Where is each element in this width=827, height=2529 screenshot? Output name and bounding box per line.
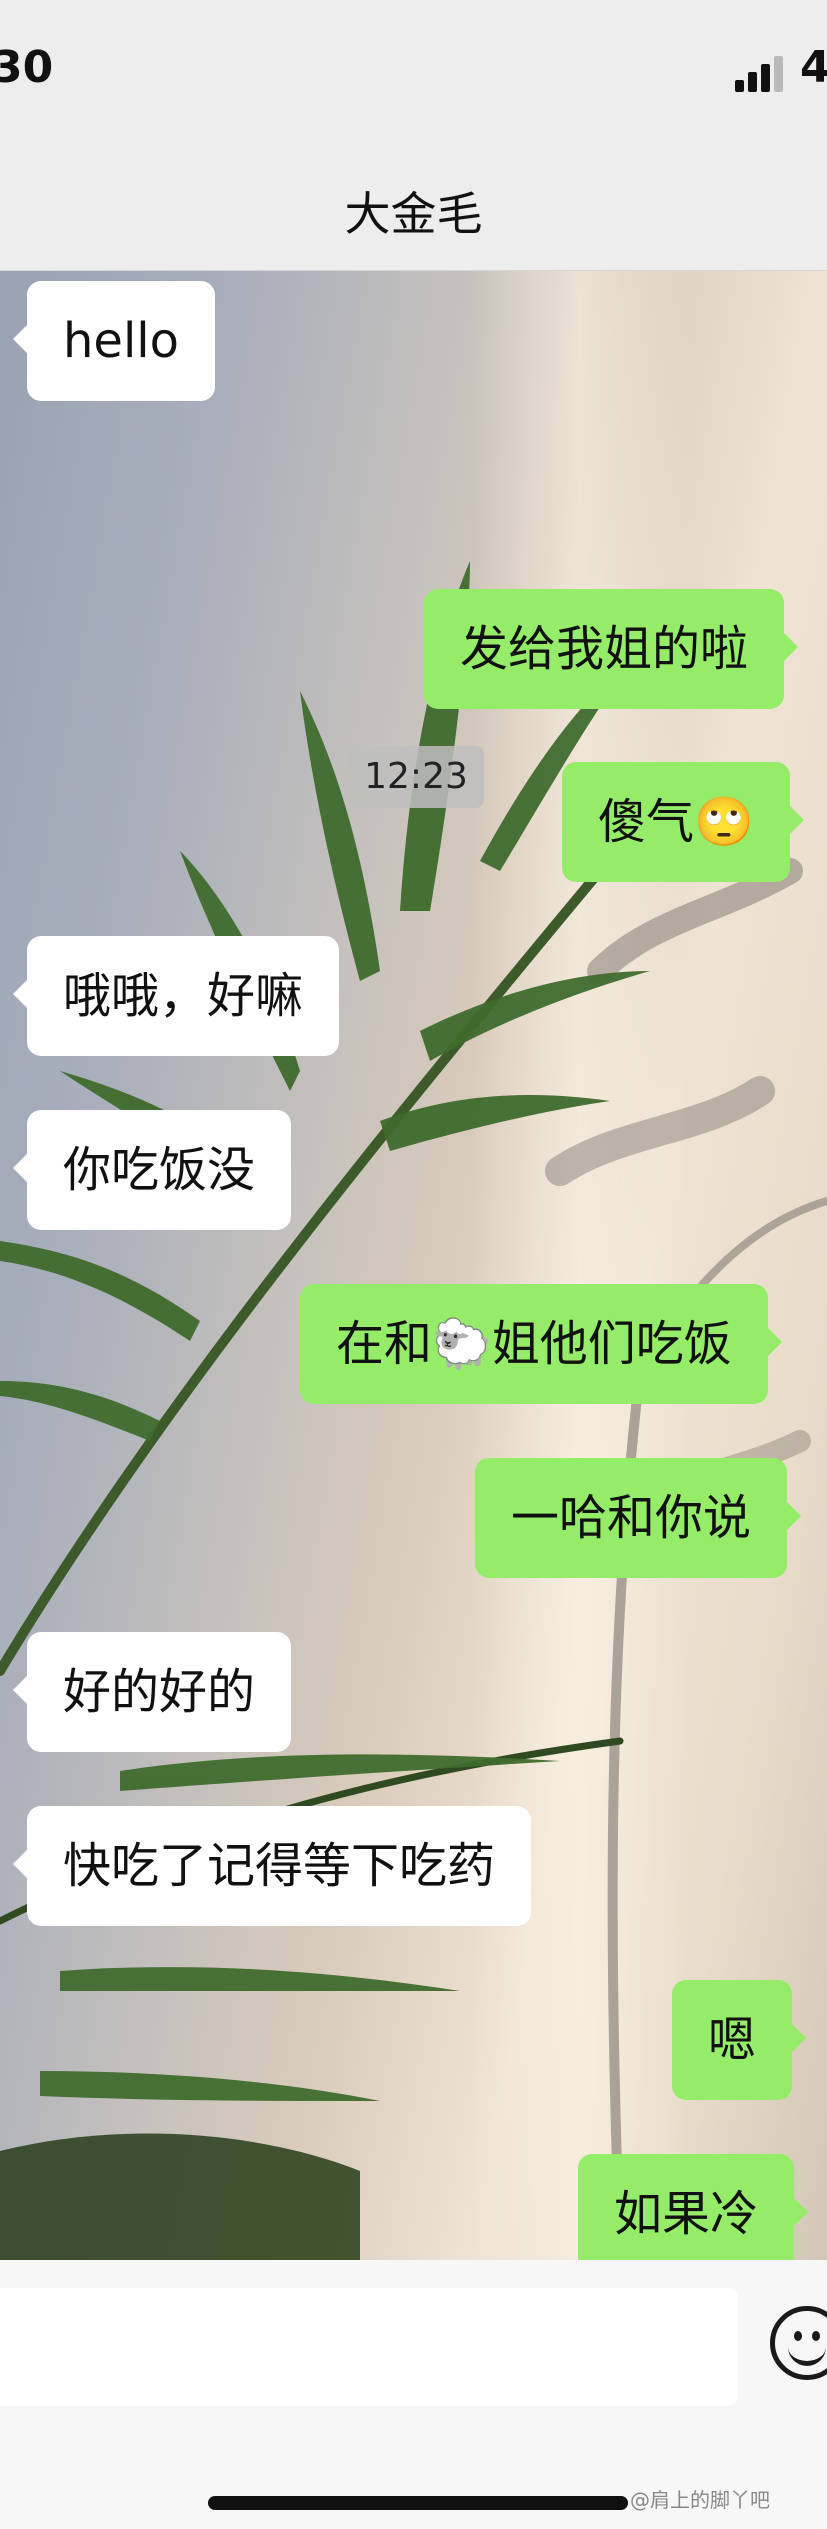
message-bubble-received[interactable]: hello bbox=[13, 281, 215, 401]
message-input[interactable] bbox=[0, 2288, 738, 2406]
signal-icon bbox=[735, 52, 787, 92]
message-bubble-received[interactable]: 好的好的 bbox=[12, 1632, 292, 1752]
message-bubble-sent[interactable]: 如果冷 bbox=[578, 2154, 809, 2260]
status-bar: 30 4 bbox=[0, 0, 827, 150]
watermark: @肩上的脚丫吧 bbox=[630, 2488, 770, 2512]
message-bubble-received[interactable]: 你吃饭没 bbox=[12, 1110, 292, 1230]
battery-text: 4 bbox=[800, 42, 827, 93]
message-bubble-sent[interactable]: 在和🐑姐他们吃饭 bbox=[300, 1284, 782, 1404]
chat-area[interactable]: hello 12:23 发给我姐的啦 傻气🙄 哦哦，好嘛 你吃饭没 在和🐑姐他们… bbox=[0, 271, 827, 2260]
home-indicator[interactable] bbox=[208, 2496, 628, 2510]
message-bubble-sent[interactable]: 发给我姐的啦 bbox=[424, 589, 799, 709]
message-bubble-sent[interactable]: 傻气🙄 bbox=[562, 762, 804, 882]
message-timestamp: 12:23 bbox=[348, 746, 484, 808]
emoji-face-icon[interactable] bbox=[770, 2306, 827, 2380]
input-bar: @肩上的脚丫吧 bbox=[0, 2260, 827, 2529]
message-bubble-sent[interactable]: 嗯 bbox=[672, 1980, 807, 2100]
chat-title[interactable]: 大金毛 bbox=[0, 178, 827, 244]
status-time: 30 bbox=[0, 42, 54, 93]
message-bubble-received[interactable]: 哦哦，好嘛 bbox=[12, 936, 340, 1056]
nav-bar: 大金毛 bbox=[0, 150, 827, 271]
message-bubble-received[interactable]: 快吃了记得等下吃药 bbox=[12, 1806, 532, 1926]
plant-background-image bbox=[0, 561, 827, 2260]
message-bubble-sent[interactable]: 一哈和你说 bbox=[475, 1458, 802, 1578]
